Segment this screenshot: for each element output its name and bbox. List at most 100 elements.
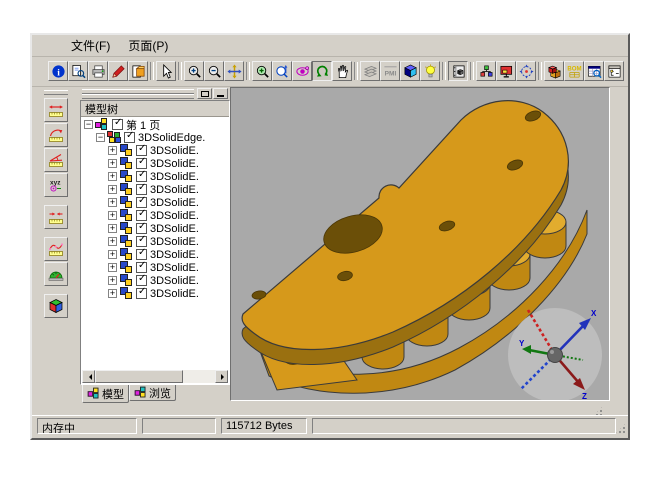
- expand-icon[interactable]: [108, 289, 117, 298]
- print-button[interactable]: [88, 61, 108, 81]
- info-button[interactable]: i: [48, 61, 68, 81]
- expand-icon[interactable]: [108, 276, 117, 285]
- table-search-icon: [587, 64, 602, 79]
- visibility-checkbox[interactable]: [136, 184, 147, 195]
- viewport-canvas[interactable]: X Y Z: [231, 88, 609, 400]
- scrollbar-thumb[interactable]: [95, 370, 183, 383]
- print-preview-button[interactable]: [68, 61, 88, 81]
- tree-row-part[interactable]: 3DSolidE.: [81, 183, 229, 196]
- visibility-checkbox[interactable]: [112, 119, 123, 130]
- table-search-button[interactable]: [584, 61, 604, 81]
- tree-row-part[interactable]: 3DSolidE.: [81, 248, 229, 261]
- expand-icon[interactable]: [108, 250, 117, 259]
- expand-icon[interactable]: [108, 211, 117, 220]
- expand-icon[interactable]: [108, 185, 117, 194]
- redline-display-button[interactable]: [496, 61, 516, 81]
- collapse-icon[interactable]: [96, 133, 105, 142]
- visibility-checkbox[interactable]: [136, 236, 147, 247]
- toolbar-gripper[interactable]: [44, 90, 68, 95]
- tree-row-part[interactable]: 3DSolidE.: [81, 196, 229, 209]
- visibility-checkbox[interactable]: [136, 249, 147, 260]
- layers-icon: [363, 64, 378, 79]
- tree-row-part[interactable]: 3DSolidE.: [81, 170, 229, 183]
- dimension-distance-button[interactable]: [44, 205, 68, 229]
- pan-button[interactable]: [224, 61, 244, 81]
- tree-label: 3DSolidE.: [150, 288, 199, 300]
- expand-icon[interactable]: [108, 263, 117, 272]
- pan-hand-button[interactable]: [332, 61, 352, 81]
- dimension-angle-button[interactable]: [44, 148, 68, 172]
- panel-hide-button[interactable]: [213, 88, 228, 99]
- pmi-button[interactable]: PMI: [380, 61, 400, 81]
- dimension-angle-icon: [48, 152, 64, 168]
- render-mode-icon: [403, 64, 418, 79]
- export-image-button[interactable]: [128, 61, 148, 81]
- zoom-out-button[interactable]: [204, 61, 224, 81]
- markup-pencil-button[interactable]: [108, 61, 128, 81]
- tab-browse[interactable]: 浏览: [129, 385, 176, 401]
- tree-row-page[interactable]: 第 1 页: [81, 118, 229, 131]
- model-tree-button[interactable]: [476, 61, 496, 81]
- dimension-linear-button[interactable]: [44, 98, 68, 122]
- zoom-dynamic-button[interactable]: [272, 61, 292, 81]
- visibility-checkbox[interactable]: [136, 262, 147, 273]
- part-icon: [119, 183, 134, 196]
- render-mode-button[interactable]: [400, 61, 420, 81]
- panel-gripper[interactable]: [82, 94, 194, 99]
- expand-icon[interactable]: [108, 198, 117, 207]
- visibility-checkbox[interactable]: [124, 132, 135, 143]
- expand-icon[interactable]: [108, 237, 117, 246]
- visibility-checkbox[interactable]: [136, 275, 147, 286]
- collapse-icon[interactable]: [84, 120, 93, 129]
- lighting-button[interactable]: [420, 61, 440, 81]
- coordinate-xyz-button[interactable]: xyz: [44, 173, 68, 197]
- expand-icon[interactable]: [108, 224, 117, 233]
- menu-page[interactable]: 页面(P): [119, 35, 177, 56]
- rotate-center-button[interactable]: [516, 61, 536, 81]
- tree-row-part[interactable]: 3DSolidE.: [81, 144, 229, 157]
- layers-button[interactable]: [360, 61, 380, 81]
- orbit-button[interactable]: [292, 61, 312, 81]
- lighting-icon: [423, 64, 438, 79]
- visibility-checkbox[interactable]: [136, 210, 147, 221]
- tree-row-part[interactable]: 3DSolidE.: [81, 261, 229, 274]
- select-cursor-button[interactable]: [156, 61, 176, 81]
- visibility-checkbox[interactable]: [136, 145, 147, 156]
- color-cube-button[interactable]: [44, 294, 68, 318]
- dimension-radius-button[interactable]: [44, 123, 68, 147]
- tree-row-part[interactable]: 3DSolidE.: [81, 209, 229, 222]
- structure-view-button[interactable]: [604, 61, 624, 81]
- assembly-button[interactable]: [544, 61, 564, 81]
- bom-button[interactable]: BOM: [564, 61, 584, 81]
- dimension-curve-button[interactable]: [44, 237, 68, 261]
- rotate-view-button[interactable]: [312, 61, 332, 81]
- expand-icon[interactable]: [108, 159, 117, 168]
- viewport[interactable]: X Y Z: [230, 87, 610, 401]
- scroll-left-button[interactable]: [82, 370, 95, 383]
- tree-row-part[interactable]: 3DSolidE.: [81, 287, 229, 300]
- tree-row-part[interactable]: 3DSolidE.: [81, 222, 229, 235]
- scroll-right-button[interactable]: [215, 370, 228, 383]
- tree-row-part[interactable]: 3DSolidE.: [81, 235, 229, 248]
- tree-row-part[interactable]: 3DSolidE.: [81, 274, 229, 287]
- visibility-checkbox[interactable]: [136, 288, 147, 299]
- visibility-checkbox[interactable]: [136, 171, 147, 182]
- gauge-button[interactable]: [44, 262, 68, 286]
- color-cube-icon: [48, 298, 64, 314]
- panel-float-button[interactable]: [197, 88, 212, 99]
- expand-icon[interactable]: [108, 146, 117, 155]
- zoom-window-button[interactable]: [252, 61, 272, 81]
- notebook-view-button[interactable]: [448, 61, 468, 81]
- tab-model[interactable]: 模型: [82, 385, 129, 403]
- visibility-checkbox[interactable]: [136, 158, 147, 169]
- tree-row-part[interactable]: 3DSolidE.: [81, 157, 229, 170]
- tree-row-assembly[interactable]: 3DSolidEdge.: [81, 131, 229, 144]
- axis-trackball[interactable]: X Y Z: [508, 308, 602, 400]
- expand-icon[interactable]: [108, 172, 117, 181]
- menu-bar: 文件(F) 页面(P): [32, 35, 628, 57]
- menu-file[interactable]: 文件(F): [62, 35, 119, 56]
- visibility-checkbox[interactable]: [136, 223, 147, 234]
- visibility-checkbox[interactable]: [136, 197, 147, 208]
- pan-icon: [227, 64, 242, 79]
- zoom-in-button[interactable]: [184, 61, 204, 81]
